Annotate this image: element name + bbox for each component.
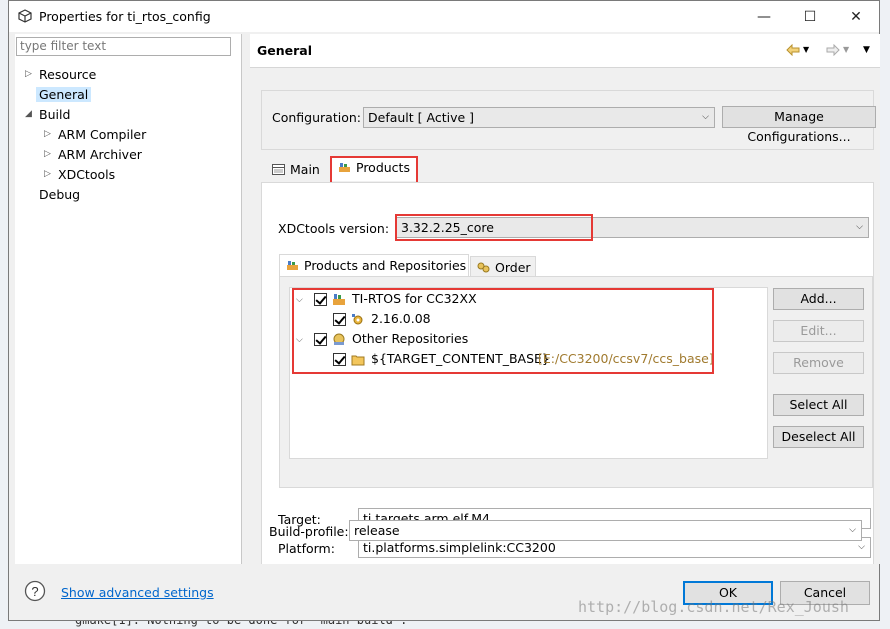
chevron-down-icon: ⌵ (702, 112, 709, 122)
products-tab-highlight (330, 156, 418, 185)
tab-products-and-repositories[interactable]: Products and Repositories (279, 254, 469, 277)
forward-menu-icon[interactable]: ▼ (843, 45, 849, 54)
add-button[interactable]: Add... (773, 288, 864, 310)
chevron-right-icon[interactable]: ▷ (25, 69, 32, 79)
remove-button[interactable]: Remove (773, 352, 864, 374)
app-cube-icon (18, 9, 32, 23)
show-advanced-settings-link[interactable]: Show advanced settings (61, 585, 214, 600)
forward-arrow-icon[interactable] (826, 44, 840, 56)
page-header: General ▼ ▼ ▼ (250, 34, 880, 68)
back-arrow-icon[interactable] (786, 44, 800, 56)
sidebar-item-arm-archiver[interactable]: ARM Archiver (58, 145, 142, 164)
xdctools-version-highlight (395, 214, 593, 241)
configuration-group: Configuration: Default [ Active ] ⌵ Mana… (261, 90, 876, 150)
platform-label: Platform: (278, 541, 335, 556)
products-repositories-icon (287, 261, 298, 270)
properties-dialog: Properties for ti_rtos_config — ☐ ✕ type… (8, 0, 880, 621)
configuration-label: Configuration: (272, 110, 361, 125)
minimize-icon: — (757, 8, 771, 25)
minimize-button[interactable]: — (741, 1, 787, 32)
view-menu-icon[interactable]: ▼ (863, 45, 870, 55)
sidebar: type filter text ▷ Resource General ◢ Bu… (15, 34, 242, 564)
sidebar-item-debug[interactable]: Debug (39, 185, 80, 204)
sidebar-item-build[interactable]: Build (39, 105, 70, 124)
close-button[interactable]: ✕ (833, 1, 879, 32)
deselect-all-button[interactable]: Deselect All (773, 426, 864, 448)
svg-text:?: ? (31, 584, 38, 599)
sidebar-item-xdctools[interactable]: XDCtools (58, 165, 115, 184)
page-body: Configuration: Default [ Active ] ⌵ Mana… (250, 68, 880, 564)
title-bar: Properties for ti_rtos_config — ☐ ✕ (9, 1, 879, 32)
main-tab-icon (272, 164, 285, 175)
select-all-button[interactable]: Select All (773, 394, 864, 416)
maximize-button[interactable]: ☐ (787, 1, 833, 32)
watermark-text: http://blog.csdn.net/Rex_Joush (578, 598, 849, 616)
chevron-down-icon[interactable]: ◢ (25, 109, 32, 119)
manage-configurations-button[interactable]: Manage Configurations... (722, 106, 876, 144)
help-icon[interactable]: ? (24, 580, 46, 602)
products-panel: XDCtools version: 3.32.2.25_core ⌵ Produ… (261, 182, 874, 564)
xdctools-version-label: XDCtools version: (278, 221, 390, 236)
products-repositories-area: ⌵ TI-RTOS for CC32XX 2.16.0.08 ⌵ Other R… (279, 276, 873, 488)
chevron-right-icon[interactable]: ▷ (44, 169, 51, 179)
build-profile-select[interactable]: release ⌵ (349, 520, 862, 541)
sidebar-item-general[interactable]: General (36, 85, 92, 104)
main-panel: General ▼ ▼ ▼ Configuration: Default [ A… (250, 34, 880, 564)
order-icon (477, 262, 490, 273)
chevron-down-icon: ⌵ (849, 525, 856, 535)
page-title: General (257, 43, 312, 58)
tab-main[interactable]: Main (266, 159, 330, 181)
sidebar-item-arm-compiler[interactable]: ARM Compiler (58, 125, 146, 144)
close-icon: ✕ (850, 8, 862, 25)
edit-button[interactable]: Edit... (773, 320, 864, 342)
tab-order[interactable]: Order (470, 256, 536, 277)
chevron-right-icon[interactable]: ▷ (44, 149, 51, 159)
back-menu-icon[interactable]: ▼ (803, 45, 809, 54)
chevron-right-icon[interactable]: ▷ (44, 129, 51, 139)
sidebar-item-resource[interactable]: Resource (39, 65, 96, 84)
tree-highlight (292, 288, 714, 374)
maximize-icon: ☐ (803, 8, 817, 25)
build-profile-label: Build-profile: (269, 524, 349, 539)
configuration-select[interactable]: Default [ Active ] ⌵ (363, 107, 715, 128)
window-title: Properties for ti_rtos_config (39, 9, 211, 24)
filter-input[interactable]: type filter text (16, 37, 231, 56)
chevron-down-icon: ⌵ (856, 222, 863, 232)
